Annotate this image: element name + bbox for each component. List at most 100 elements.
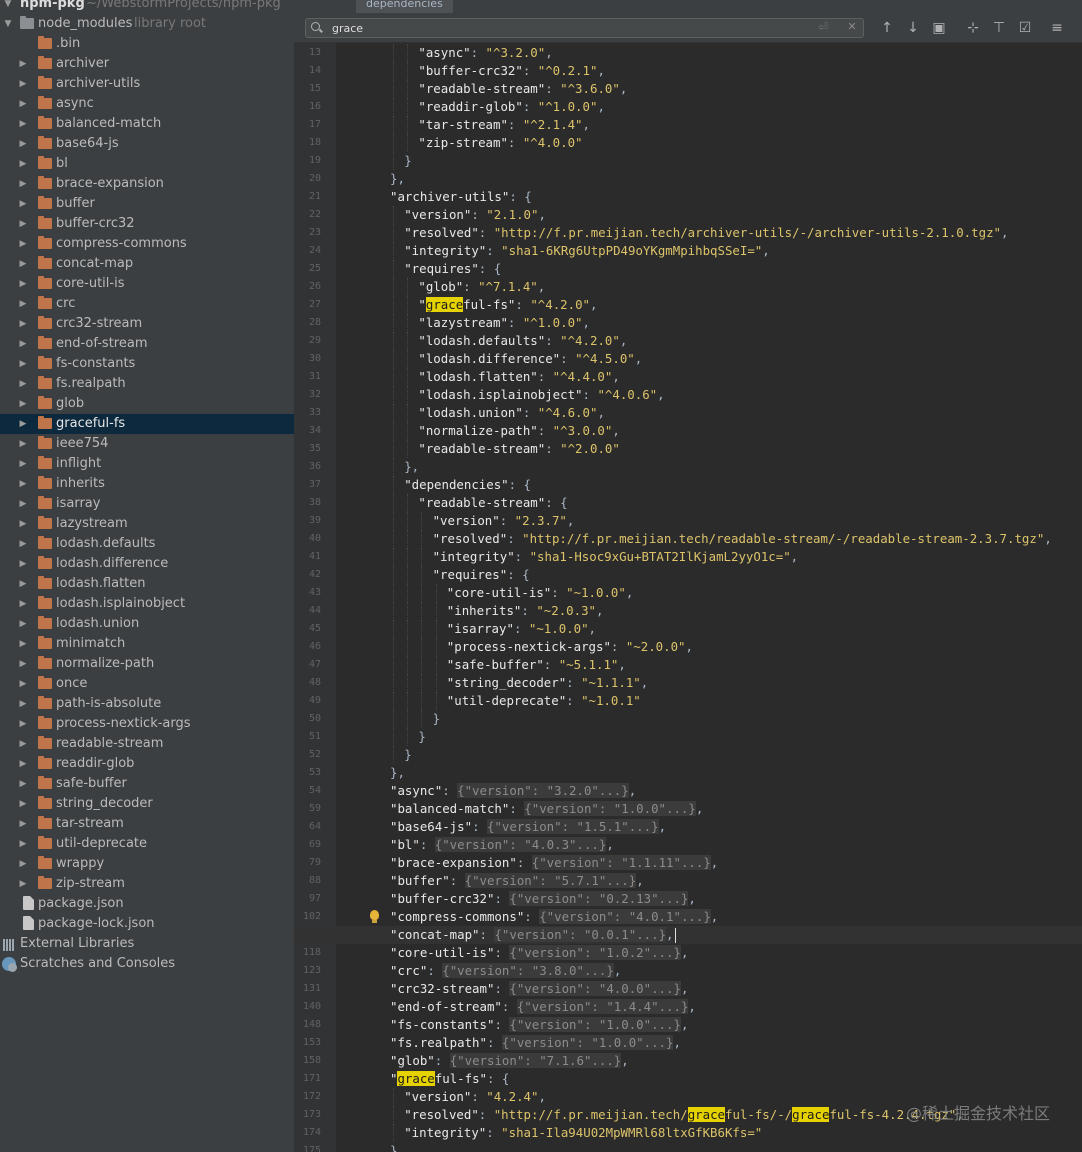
code-line[interactable]: "isarray": "~1.0.0", [294, 620, 1082, 638]
folder-row[interactable]: ▶ bl [0, 154, 294, 174]
chevron-right-icon[interactable]: ▶ [18, 794, 28, 814]
code-line[interactable]: "lodash.difference": "^4.5.0", [294, 350, 1082, 368]
folder-row[interactable]: ▶ readdir-glob [0, 754, 294, 774]
code-line[interactable]: "integrity": "sha1-6KRg6UtpPD49oYKgmMpih… [294, 242, 1082, 260]
code-line[interactable]: "glob": "^7.1.4", [294, 278, 1082, 296]
folder-row[interactable]: ▶ lazystream [0, 514, 294, 534]
chevron-right-icon[interactable]: ▶ [18, 434, 28, 454]
folded-region[interactable]: {"version": "4.0.0"...} [509, 981, 681, 996]
search-input[interactable] [332, 20, 802, 36]
folder-row[interactable]: ▶ graceful-fs [0, 414, 294, 434]
chevron-right-icon[interactable]: ▶ [18, 614, 28, 634]
folded-region[interactable]: {"version": "0.0.1"...} [494, 927, 667, 942]
folder-row[interactable]: ▶ tar-stream [0, 814, 294, 834]
folded-region[interactable]: {"version": "5.7.1"...} [464, 873, 637, 888]
code-line[interactable]: } [294, 152, 1082, 170]
chevron-right-icon[interactable]: ▶ [18, 874, 28, 894]
code-line[interactable]: "util-deprecate": "~1.0.1" [294, 692, 1082, 710]
folder-row[interactable]: ▶ ieee754 [0, 434, 294, 454]
chevron-down-icon[interactable]: ▼ [3, 14, 13, 34]
chevron-right-icon[interactable]: ▶ [18, 374, 28, 394]
chevron-right-icon[interactable]: ▶ [18, 94, 28, 114]
folder-row[interactable]: ▶ brace-expansion [0, 174, 294, 194]
chevron-right-icon[interactable]: ▶ [18, 314, 28, 334]
code-line[interactable]: "brace-expansion": {"version": "1.1.11".… [294, 854, 1082, 872]
file-row-package-lock-json[interactable]: package-lock.json [0, 914, 294, 934]
folded-region[interactable]: {"version": "1.0.0"...} [509, 1017, 681, 1032]
code-line[interactable]: "version": "2.3.7", [294, 512, 1082, 530]
code-line[interactable]: "tar-stream": "^2.1.4", [294, 116, 1082, 134]
folder-row[interactable]: ▶ buffer [0, 194, 294, 214]
chevron-right-icon[interactable]: ▶ [18, 774, 28, 794]
show-all-occurrences-button[interactable]: ▣ [928, 18, 950, 38]
chevron-right-icon[interactable]: ▶ [18, 114, 28, 134]
chevron-right-icon[interactable]: ▶ [18, 514, 28, 534]
folder-row[interactable]: ▶ lodash.flatten [0, 574, 294, 594]
folded-region[interactable]: {"version": "4.0.1"...} [539, 909, 711, 924]
code-line[interactable]: }, [294, 764, 1082, 782]
folder-row[interactable]: ▶ process-nextick-args [0, 714, 294, 734]
folder-row[interactable]: ▶ compress-commons [0, 234, 294, 254]
chevron-right-icon[interactable]: ▶ [18, 814, 28, 834]
folded-region[interactable]: {"version": "1.0.0"...} [501, 1035, 674, 1050]
code-line[interactable]: "requires": { [294, 260, 1082, 278]
folder-row[interactable]: ▶ crc32-stream [0, 314, 294, 334]
folder-row[interactable]: ▶ fs-constants [0, 354, 294, 374]
tab-dependencies[interactable]: dependencies [356, 0, 453, 13]
chevron-right-icon[interactable]: ▶ [18, 754, 28, 774]
chevron-down-icon[interactable]: ▼ [3, 0, 13, 14]
folder-row[interactable]: ▶ lodash.union [0, 614, 294, 634]
previous-occurrence-button[interactable]: ↑ [876, 18, 898, 38]
project-root-row[interactable]: ▼ npm-pkg ~/WebstormProjects/npm-pkg [0, 0, 294, 14]
code-line[interactable]: "bl": {"version": "4.0.3"...}, [294, 836, 1082, 854]
code-line[interactable]: }, [294, 458, 1082, 476]
folder-row[interactable]: ▶ util-deprecate [0, 834, 294, 854]
select-all-occurrences-button[interactable]: ☑ [1014, 18, 1036, 38]
chevron-right-icon[interactable]: ▶ [18, 234, 28, 254]
folder-row[interactable]: ▶ string_decoder [0, 794, 294, 814]
chevron-right-icon[interactable]: ▶ [18, 174, 28, 194]
intention-bulb-icon[interactable] [370, 910, 379, 923]
chevron-right-icon[interactable]: ▶ [18, 534, 28, 554]
folder-row[interactable]: ▶ readable-stream [0, 734, 294, 754]
code-line[interactable]: "lazystream": "^1.0.0", [294, 314, 1082, 332]
code-line[interactable]: "buffer": {"version": "5.7.1"...}, [294, 872, 1082, 890]
folder-row[interactable]: ▶ inherits [0, 474, 294, 494]
folded-region[interactable]: {"version": "3.8.0"...} [442, 963, 614, 978]
filter-search-results-button[interactable]: ≡ [1046, 18, 1068, 38]
code-line[interactable]: "buffer-crc32": "^0.2.1", [294, 62, 1082, 80]
code-line[interactable]: "readable-stream": "^3.6.0", [294, 80, 1082, 98]
code-line[interactable]: } [294, 746, 1082, 764]
code-line[interactable]: "fs.realpath": {"version": "1.0.0"...}, [294, 1034, 1082, 1052]
folded-region[interactable]: {"version": "1.5.1"...} [486, 819, 659, 834]
code-line[interactable]: "readable-stream": { [294, 494, 1082, 512]
code-line[interactable]: "dependencies": { [294, 476, 1082, 494]
code-line[interactable]: "version": "2.1.0", [294, 206, 1082, 224]
folded-region[interactable]: {"version": "1.0.2"...} [509, 945, 681, 960]
code-line[interactable]: "lodash.union": "^4.6.0", [294, 404, 1082, 422]
code-line[interactable]: "glob": {"version": "7.1.6"...}, [294, 1052, 1082, 1070]
node-modules-row[interactable]: ▼ node_modules library root [0, 14, 294, 34]
next-occurrence-button[interactable]: ↓ [902, 18, 924, 38]
code-line[interactable]: "requires": { [294, 566, 1082, 584]
chevron-right-icon[interactable]: ▶ [18, 294, 28, 314]
chevron-right-icon[interactable]: ▶ [18, 654, 28, 674]
code-line[interactable]: "crc32-stream": {"version": "4.0.0"...}, [294, 980, 1082, 998]
folder-row[interactable]: ▶ path-is-absolute [0, 694, 294, 714]
folded-region[interactable]: {"version": "4.0.3"...} [434, 837, 607, 852]
folded-region[interactable]: {"version": "1.1.11"...} [531, 855, 711, 870]
code-line[interactable]: "async": "^3.2.0", [294, 44, 1082, 62]
code-line[interactable]: "inherits": "~2.0.3", [294, 602, 1082, 620]
folded-region[interactable]: {"version": "3.2.0"...} [457, 783, 629, 798]
chevron-right-icon[interactable]: ▶ [18, 134, 28, 154]
code-line[interactable]: "fs-constants": {"version": "1.0.0"...}, [294, 1016, 1082, 1034]
chevron-right-icon[interactable]: ▶ [18, 394, 28, 414]
chevron-right-icon[interactable]: ▶ [18, 834, 28, 854]
code-line[interactable]: } [294, 710, 1082, 728]
folder-row[interactable]: ▶ minimatch [0, 634, 294, 654]
folded-region[interactable]: {"version": "1.4.4"...} [516, 999, 689, 1014]
code-line[interactable]: "resolved": "http://f.pr.meijian.tech/re… [294, 530, 1082, 548]
chevron-right-icon[interactable]: ▶ [18, 274, 28, 294]
folder-row[interactable]: ▶ archiver-utils [0, 74, 294, 94]
folder-row[interactable]: ▶ zip-stream [0, 874, 294, 894]
